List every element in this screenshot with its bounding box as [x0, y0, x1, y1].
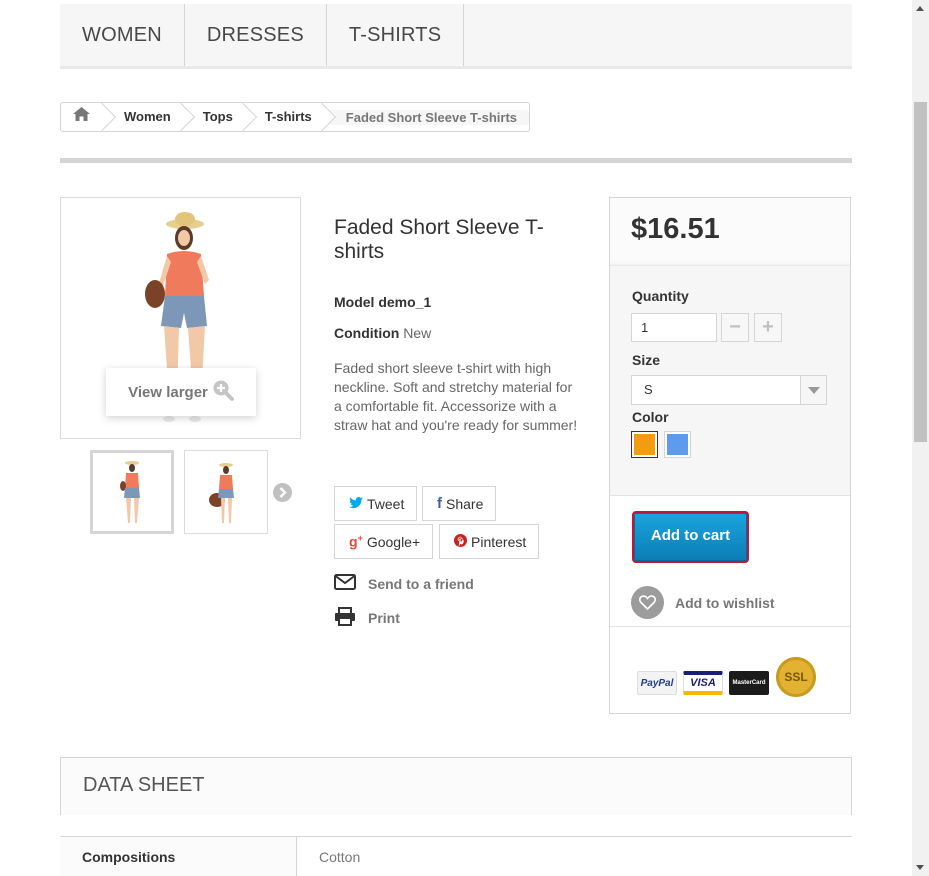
send-to-friend-link[interactable]: Send to a friend [334, 574, 474, 593]
share-label: Share [446, 495, 484, 512]
scroll-up-arrow-icon[interactable] [916, 6, 924, 11]
color-label: Color [632, 409, 669, 425]
thumbnail-1[interactable] [90, 450, 174, 534]
tweet-button[interactable]: Tweet [334, 486, 418, 521]
googleplus-icon: g+ [349, 533, 363, 550]
share-button[interactable]: f Share [422, 486, 497, 521]
breadcrumb: Women Tops T-shirts Faded Short Sleeve T… [60, 102, 530, 132]
top-menu: WOMEN DRESSES T-SHIRTS [60, 4, 852, 69]
printer-icon [334, 607, 356, 629]
ssl-seal: SSL [776, 657, 816, 697]
pinterest-label: Pinterest [471, 533, 527, 550]
product-price: $16.51 [631, 213, 720, 245]
divider [60, 158, 852, 163]
plus-icon: + [762, 316, 774, 338]
quantity-decrease-button[interactable]: − [721, 313, 749, 342]
breadcrumb-label: Tops [202, 109, 233, 124]
payment-logos: PayPal VISA MasterCard SSL [610, 626, 850, 713]
print-label: Print [368, 610, 400, 626]
data-sheet-title: DATA SHEET [83, 774, 205, 796]
pinterest-button[interactable]: Pinterest [439, 524, 540, 559]
vertical-scrollbar[interactable] [912, 0, 929, 876]
chevron-right-icon[interactable] [273, 483, 292, 502]
facebook-icon: f [437, 495, 442, 512]
breadcrumb-label: T-shirts [264, 109, 312, 124]
paypal-logo: PayPal [637, 671, 677, 695]
view-larger-button[interactable]: View larger [106, 368, 256, 416]
add-to-wishlist-link[interactable]: Add to wishlist [631, 586, 775, 619]
swatch-fill [667, 434, 688, 455]
model-label: Model [334, 294, 375, 310]
visa-logo: VISA [683, 671, 723, 695]
data-sheet-table: Compositions Cotton [60, 836, 852, 876]
product-condition: Condition New [334, 325, 431, 341]
thumbnail-photo [209, 463, 234, 523]
envelope-icon [334, 574, 356, 593]
size-value: S [644, 382, 653, 397]
mastercard-logo: MasterCard [729, 671, 769, 695]
add-to-wishlist-label: Add to wishlist [675, 594, 775, 611]
chevron-down-icon [800, 376, 826, 404]
breadcrumb-home[interactable] [61, 103, 104, 131]
quantity-input[interactable]: 1 [631, 313, 717, 342]
size-select[interactable]: S [631, 375, 827, 405]
color-swatch-blue[interactable] [664, 431, 691, 458]
product-description: Faded short sleeve t-shirt with high nec… [334, 360, 578, 433]
table-row-label: Compositions [60, 837, 297, 876]
table-row-value: Cotton [319, 849, 361, 865]
color-swatch-orange[interactable] [631, 431, 658, 458]
scrollbar-thumb[interactable] [914, 102, 927, 442]
condition-value: New [403, 325, 432, 341]
view-larger-label: View larger [128, 383, 208, 401]
quantity-increase-button[interactable]: + [754, 313, 782, 342]
print-link[interactable]: Print [334, 607, 400, 629]
product-main-image[interactable]: View larger [60, 197, 301, 439]
pinterest-icon [454, 533, 467, 550]
menu-item-dresses[interactable]: DRESSES [185, 4, 327, 66]
price-box: $16.51 [610, 198, 850, 266]
add-to-cart-button[interactable]: Add to cart [632, 511, 749, 563]
googleplus-button[interactable]: g+ Google+ [334, 524, 434, 559]
menu-item-women[interactable]: WOMEN [60, 4, 185, 66]
heart-icon [631, 586, 664, 619]
breadcrumb-current: Faded Short Sleeve T-shirts [323, 109, 529, 125]
product-reference: Model demo_1 [334, 294, 431, 310]
tweet-label: Tweet [367, 495, 405, 512]
thumbnail-2[interactable] [184, 450, 268, 534]
home-icon [73, 107, 90, 124]
buy-box: $16.51 Quantity 1 − + Size S Color Add t… [609, 197, 851, 714]
send-to-friend-label: Send to a friend [368, 575, 474, 592]
menu-item-tshirts[interactable]: T-SHIRTS [327, 4, 465, 66]
size-label: Size [632, 352, 661, 368]
breadcrumb-label: Women [124, 109, 171, 124]
minus-icon: − [729, 316, 741, 338]
condition-label: Condition [334, 325, 400, 341]
quantity-label: Quantity [632, 288, 689, 304]
zoom-in-icon [212, 379, 234, 405]
twitter-icon [349, 496, 363, 512]
product-title: Faded Short Sleeve T-shirts [334, 216, 544, 263]
thumbnail-photo [120, 461, 140, 523]
googleplus-label: Google+ [366, 533, 421, 550]
scroll-down-arrow-icon[interactable] [916, 865, 924, 870]
swatch-fill [634, 434, 655, 455]
model-value: demo_1 [378, 294, 432, 310]
data-sheet-header: DATA SHEET [60, 757, 852, 815]
